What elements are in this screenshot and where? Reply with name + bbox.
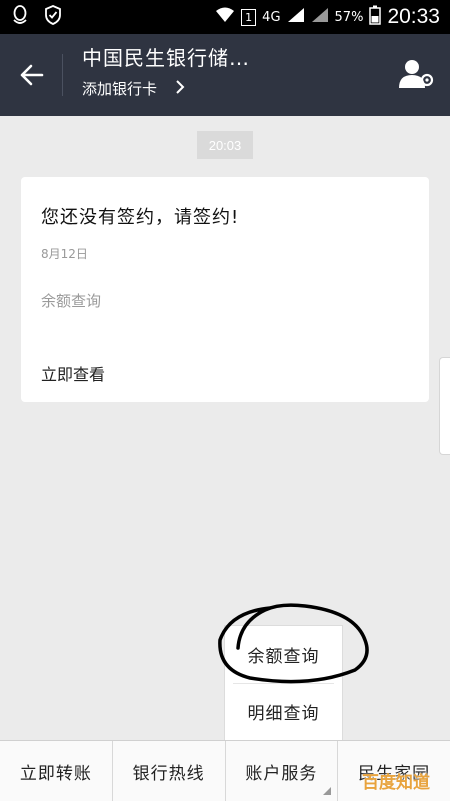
- tab-account-service[interactable]: 账户服务: [226, 741, 339, 801]
- sim-slot-badge: 1: [241, 8, 257, 26]
- tab-account-service-label: 账户服务: [245, 763, 318, 784]
- chat-header: 中国民生银行储… 添加银行卡: [0, 34, 450, 116]
- popup-item-details[interactable]: 明细查询: [225, 683, 342, 740]
- card-date: 8月12日: [41, 247, 88, 261]
- signal-icon-2: [311, 7, 329, 27]
- account-settings-icon[interactable]: [398, 56, 436, 92]
- side-drawer-handle[interactable]: [439, 357, 450, 455]
- balance-inquiry-link[interactable]: 余额查询: [41, 290, 101, 311]
- qq-icon: [12, 5, 28, 29]
- message-card[interactable]: 您还没有签约，请签约! 8月12日 余额查询 立即查看: [21, 177, 429, 402]
- tab-transfer[interactable]: 立即转账: [0, 741, 113, 801]
- tab-hotline[interactable]: 银行热线: [113, 741, 226, 801]
- page-title: 中国民生银行储…: [82, 46, 250, 70]
- tab-transfer-label: 立即转账: [19, 763, 92, 784]
- tab-hotline-label: 银行热线: [132, 763, 205, 784]
- wifi-icon: [215, 7, 235, 27]
- view-now-link[interactable]: 立即查看: [41, 361, 105, 385]
- add-bank-card-label: 添加银行卡: [82, 80, 158, 98]
- popup-item-balance[interactable]: 余额查询: [225, 626, 342, 683]
- chevron-right-icon: [175, 79, 185, 99]
- network-type: 4G: [262, 9, 281, 25]
- status-bar: 1 4G 57% 20:33: [0, 0, 450, 34]
- message-timestamp: 20:03: [197, 131, 253, 159]
- card-title: 您还没有签约，请签约!: [41, 207, 240, 228]
- submenu-indicator-icon: [323, 787, 332, 795]
- shield-icon: [44, 5, 62, 29]
- baidu-zhidao-watermark: 百度知道: [362, 773, 430, 793]
- signal-icon: [287, 7, 305, 27]
- battery-percent: 57%: [334, 9, 364, 25]
- back-arrow-icon[interactable]: [14, 58, 48, 92]
- add-bank-card-link[interactable]: 添加银行卡: [82, 78, 185, 99]
- clock: 20:33: [387, 5, 440, 28]
- header-divider: [62, 54, 63, 96]
- battery-icon: [369, 5, 382, 29]
- account-service-popup: 余额查询 明细查询: [224, 625, 343, 741]
